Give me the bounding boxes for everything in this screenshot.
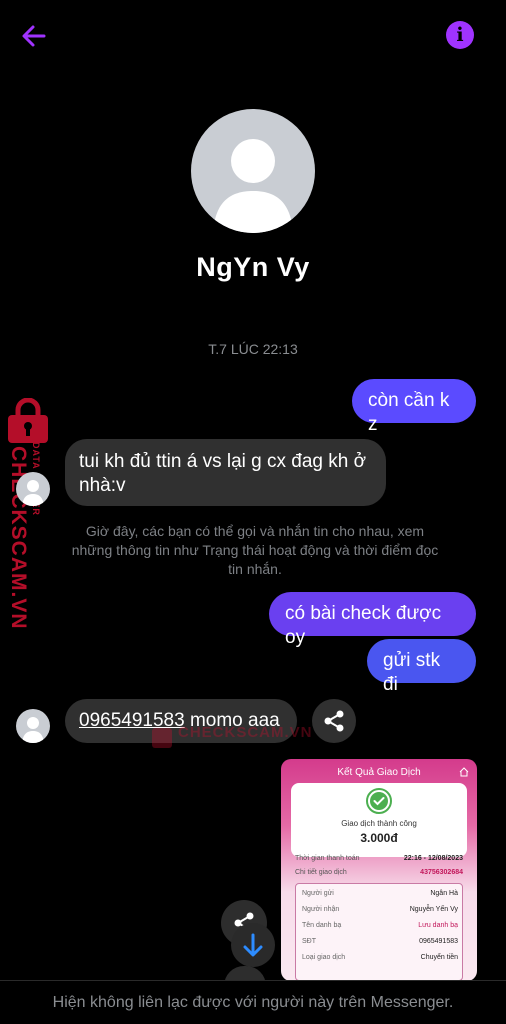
check-circle-icon [366,788,392,814]
receipt-detail-row: Người gửi Ngân Hà [302,890,458,897]
composer-disabled-bar: Hiện không liên lạc được với người này t… [0,980,506,1024]
info-icon: i [456,24,464,46]
detail-label: Người gửi [302,890,334,897]
receipt-details: Người gửi Ngân Hà Người nhận Nguyễn Yến … [295,883,463,981]
home-icon [459,767,469,777]
receipt-row-label: Thời gian thanh toán [295,855,360,862]
receipt-detail-row: Loại giao dịch Chuyển tiền [302,954,458,961]
contact-avatar[interactable] [16,709,50,743]
sent-message[interactable]: còn cần k z [352,379,476,435]
detail-value: Lưu danh bạ [418,922,458,929]
receipt-detail-row: Người nhận Nguyễn Yến Vy [302,906,458,913]
receipt-amount: 3.000đ [360,831,398,845]
receipt-row: Chi tiết giao dịch 43756302684 [295,869,463,876]
lock-icon [152,728,172,748]
default-user-avatar-icon [22,480,44,506]
scroll-to-bottom-button[interactable] [231,923,275,967]
receipt-summary-card: Giao dịch thành công 3.000đ [291,783,467,857]
detail-value: Nguyễn Yến Vy [409,906,458,913]
top-bar: i [0,0,506,70]
detail-label: Loại giao dịch [302,954,346,961]
detail-value: Chuyển tiền [420,954,458,961]
receipt-row-value: 43756302684 [420,869,463,876]
detail-value: Ngân Hà [430,890,458,897]
share-icon [324,710,344,732]
detail-label: SĐT [302,938,316,945]
receipt-row-label: Chi tiết giao dịch [295,869,347,876]
receipt-row-value: 22:16 - 12/08/2023 [403,855,463,862]
receipt-detail-row: Tên danh bạ Lưu danh bạ [302,922,458,929]
receipt-detail-row: SĐT 0965491583 [302,938,458,945]
sent-message[interactable]: gửi stk đi [367,639,476,695]
receipt-title: Kết Quả Giao Dịch [337,767,421,778]
default-user-avatar-icon [22,717,44,743]
lock-icon [8,398,48,443]
profile-avatar[interactable] [191,109,315,233]
arrow-down-icon [243,933,263,957]
receipt-row: Thời gian thanh toán 22:16 - 12/08/2023 [295,855,463,862]
system-note: Giờ đây, các bạn có thể gọi và nhắn tin … [71,523,439,577]
sent-message[interactable]: có bài check được oy [269,592,476,648]
default-user-avatar-icon [213,139,293,233]
detail-label: Người nhận [302,906,340,913]
detail-value: 0965491583 [419,938,458,945]
info-button[interactable]: i [446,21,474,49]
profile-name: NgYn Vy [196,252,310,282]
contact-avatar[interactable] [16,472,50,506]
share-button[interactable] [312,699,356,743]
received-message[interactable]: tui kh đủ ttin á vs lại g cx đag kh ở nh… [65,439,386,506]
receipt-status: Giao dịch thành công [341,819,417,828]
unavailable-notice: Hiện không liên lạc được với người này t… [52,994,454,1011]
arrow-left-icon [22,25,46,47]
message-timestamp: T.7 LÚC 22:13 [208,341,298,357]
transaction-receipt-image[interactable]: Kết Quả Giao Dịch Giao dịch thành công 3… [281,759,477,981]
detail-label: Tên danh bạ [302,922,342,929]
watermark-brand: CHECKSCAM.VN [178,724,313,741]
back-button[interactable] [18,20,50,52]
